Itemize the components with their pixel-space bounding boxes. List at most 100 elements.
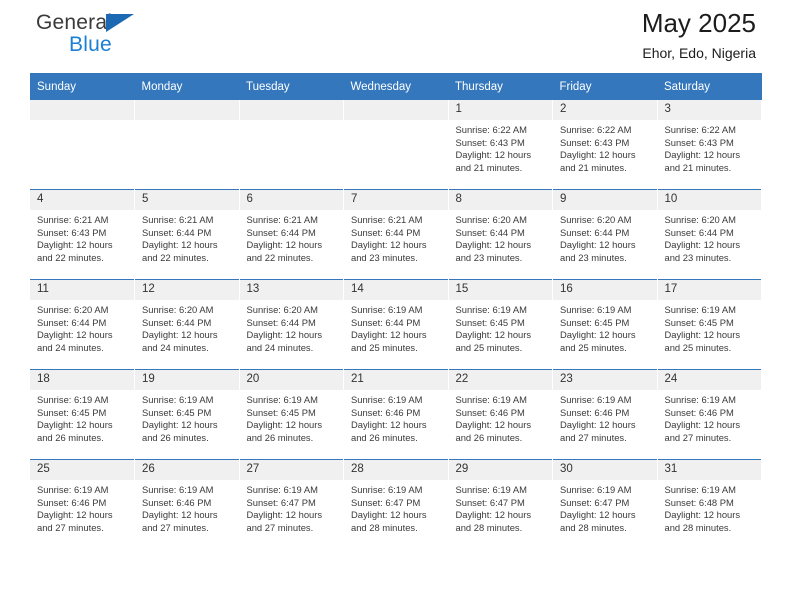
page-header: General Blue May 2025 Ehor, Edo, Nigeria — [30, 0, 762, 73]
day-details: Sunrise: 6:22 AM Sunset: 6:43 PM Dayligh… — [553, 120, 657, 174]
day-details: Sunrise: 6:20 AM Sunset: 6:44 PM Dayligh… — [553, 210, 657, 264]
day-cell[interactable]: 17 Sunrise: 6:19 AM Sunset: 6:45 PM Dayl… — [657, 279, 762, 370]
day-details: Sunrise: 6:19 AM Sunset: 6:47 PM Dayligh… — [344, 480, 448, 534]
daylight-text-line1: Daylight: 12 hours — [664, 329, 741, 341]
day-cell[interactable]: 20 Sunrise: 6:19 AM Sunset: 6:45 PM Dayl… — [239, 369, 344, 460]
day-cell[interactable]: 27 Sunrise: 6:19 AM Sunset: 6:47 PM Dayl… — [239, 459, 344, 549]
day-cell[interactable]: 22 Sunrise: 6:19 AM Sunset: 6:46 PM Dayl… — [448, 369, 553, 460]
daylight-text-line1: Daylight: 12 hours — [246, 509, 323, 521]
sunrise-text: Sunrise: 6:19 AM — [142, 394, 214, 405]
logo-triangle-icon — [106, 14, 134, 32]
day-details: Sunrise: 6:21 AM Sunset: 6:43 PM Dayligh… — [30, 210, 134, 264]
daylight-text-line2: and 28 minutes. — [664, 521, 732, 533]
day-number: 2 — [553, 100, 657, 120]
day-number — [135, 100, 239, 120]
weekday-header-row: Sunday Monday Tuesday Wednesday Thursday… — [30, 73, 762, 100]
weekday-header-sunday: Sunday — [30, 73, 135, 100]
day-cell[interactable]: 4 Sunrise: 6:21 AM Sunset: 6:43 PM Dayli… — [30, 189, 135, 280]
day-cell-empty — [134, 100, 240, 190]
day-number: 15 — [448, 280, 552, 300]
daylight-text-line2: and 23 minutes. — [664, 251, 732, 263]
day-number: 6 — [239, 190, 343, 210]
daylight-text-line2: and 22 minutes. — [246, 251, 314, 263]
sunrise-text: Sunrise: 6:19 AM — [246, 394, 318, 405]
day-number: 23 — [553, 370, 657, 390]
day-number: 5 — [135, 190, 239, 210]
daylight-text-line2: and 22 minutes. — [142, 251, 209, 263]
sunset-text: Sunset: 6:44 PM — [37, 316, 107, 328]
day-details: Sunrise: 6:19 AM Sunset: 6:46 PM Dayligh… — [344, 390, 448, 444]
sunrise-text: Sunrise: 6:19 AM — [246, 484, 318, 495]
daylight-text-line1: Daylight: 12 hours — [37, 509, 113, 521]
day-cell[interactable]: 18 Sunrise: 6:19 AM Sunset: 6:45 PM Dayl… — [30, 369, 135, 460]
sunrise-text: Sunrise: 6:19 AM — [37, 484, 109, 495]
daylight-text-line1: Daylight: 12 hours — [37, 329, 113, 341]
day-cell-empty — [343, 100, 449, 190]
daylight-text-line1: Daylight: 12 hours — [37, 239, 113, 251]
day-details: Sunrise: 6:20 AM Sunset: 6:44 PM Dayligh… — [449, 210, 553, 264]
day-number: 13 — [239, 280, 343, 300]
sunset-text: Sunset: 6:46 PM — [455, 406, 525, 418]
general-blue-logo[interactable]: General Blue — [36, 12, 134, 55]
day-details: Sunrise: 6:20 AM Sunset: 6:44 PM Dayligh… — [240, 300, 344, 354]
sunset-text: Sunset: 6:43 PM — [560, 136, 630, 148]
day-cell[interactable]: 9 Sunrise: 6:20 AM Sunset: 6:44 PM Dayli… — [552, 189, 658, 280]
day-cell[interactable]: 3 Sunrise: 6:22 AM Sunset: 6:43 PM Dayli… — [657, 100, 762, 190]
daylight-text-line2: and 22 minutes. — [37, 251, 104, 263]
daylight-text-line2: and 26 minutes. — [37, 431, 104, 443]
day-cell[interactable]: 21 Sunrise: 6:19 AM Sunset: 6:46 PM Dayl… — [343, 369, 449, 460]
day-cell[interactable]: 19 Sunrise: 6:19 AM Sunset: 6:45 PM Dayl… — [134, 369, 240, 460]
day-details: Sunrise: 6:19 AM Sunset: 6:44 PM Dayligh… — [344, 300, 448, 354]
day-cell[interactable]: 11 Sunrise: 6:20 AM Sunset: 6:44 PM Dayl… — [30, 279, 135, 370]
daylight-text-line1: Daylight: 12 hours — [142, 419, 218, 431]
day-cell[interactable]: 13 Sunrise: 6:20 AM Sunset: 6:44 PM Dayl… — [239, 279, 344, 370]
day-cell[interactable]: 15 Sunrise: 6:19 AM Sunset: 6:45 PM Dayl… — [448, 279, 553, 370]
day-number: 7 — [344, 190, 448, 210]
daylight-text-line1: Daylight: 12 hours — [560, 419, 636, 431]
day-cell[interactable]: 12 Sunrise: 6:20 AM Sunset: 6:44 PM Dayl… — [134, 279, 240, 370]
sunset-text: Sunset: 6:43 PM — [455, 136, 525, 148]
daylight-text-line1: Daylight: 12 hours — [560, 509, 636, 521]
day-cell[interactable]: 16 Sunrise: 6:19 AM Sunset: 6:45 PM Dayl… — [552, 279, 658, 370]
day-number: 21 — [344, 370, 448, 390]
daylight-text-line2: and 28 minutes. — [455, 521, 523, 533]
sunrise-text: Sunrise: 6:21 AM — [142, 214, 214, 225]
day-cell[interactable]: 6 Sunrise: 6:21 AM Sunset: 6:44 PM Dayli… — [239, 189, 344, 280]
week-row: 18 Sunrise: 6:19 AM Sunset: 6:45 PM Dayl… — [30, 369, 762, 460]
daylight-text-line1: Daylight: 12 hours — [37, 419, 113, 431]
day-cell[interactable]: 10 Sunrise: 6:20 AM Sunset: 6:44 PM Dayl… — [657, 189, 762, 280]
daylight-text-line2: and 23 minutes. — [560, 251, 627, 263]
day-details: Sunrise: 6:19 AM Sunset: 6:46 PM Dayligh… — [449, 390, 553, 444]
day-cell[interactable]: 24 Sunrise: 6:19 AM Sunset: 6:46 PM Dayl… — [657, 369, 762, 460]
day-cell-empty — [30, 100, 135, 190]
day-cell[interactable]: 26 Sunrise: 6:19 AM Sunset: 6:46 PM Dayl… — [134, 459, 240, 549]
day-cell[interactable]: 30 Sunrise: 6:19 AM Sunset: 6:47 PM Dayl… — [552, 459, 658, 549]
daylight-text-line1: Daylight: 12 hours — [455, 509, 532, 521]
daylight-text-line2: and 28 minutes. — [560, 521, 627, 533]
sunset-text: Sunset: 6:45 PM — [142, 406, 212, 418]
day-cell[interactable]: 7 Sunrise: 6:21 AM Sunset: 6:44 PM Dayli… — [343, 189, 449, 280]
day-cell[interactable]: 8 Sunrise: 6:20 AM Sunset: 6:44 PM Dayli… — [448, 189, 553, 280]
sunrise-text: Sunrise: 6:20 AM — [142, 304, 214, 315]
day-cell[interactable]: 14 Sunrise: 6:19 AM Sunset: 6:44 PM Dayl… — [343, 279, 449, 370]
day-cell[interactable]: 25 Sunrise: 6:19 AM Sunset: 6:46 PM Dayl… — [30, 459, 135, 549]
sunset-text: Sunset: 6:47 PM — [560, 496, 630, 508]
day-details: Sunrise: 6:19 AM Sunset: 6:45 PM Dayligh… — [30, 390, 134, 444]
daylight-text-line1: Daylight: 12 hours — [142, 239, 218, 251]
day-cell[interactable]: 2 Sunrise: 6:22 AM Sunset: 6:43 PM Dayli… — [552, 100, 658, 190]
sunrise-text: Sunrise: 6:22 AM — [455, 124, 527, 135]
day-cell[interactable]: 28 Sunrise: 6:19 AM Sunset: 6:47 PM Dayl… — [343, 459, 449, 549]
daylight-text-line2: and 24 minutes. — [142, 341, 209, 353]
sunrise-text: Sunrise: 6:19 AM — [37, 394, 109, 405]
day-cell[interactable]: 31 Sunrise: 6:19 AM Sunset: 6:48 PM Dayl… — [657, 459, 762, 549]
sunset-text: Sunset: 6:44 PM — [455, 226, 525, 238]
day-cell[interactable]: 29 Sunrise: 6:19 AM Sunset: 6:47 PM Dayl… — [448, 459, 553, 549]
daylight-text-line1: Daylight: 12 hours — [246, 419, 323, 431]
day-number: 14 — [344, 280, 448, 300]
day-cell[interactable]: 1 Sunrise: 6:22 AM Sunset: 6:43 PM Dayli… — [448, 100, 553, 190]
day-cell[interactable]: 5 Sunrise: 6:21 AM Sunset: 6:44 PM Dayli… — [134, 189, 240, 280]
calendar-head: Sunday Monday Tuesday Wednesday Thursday… — [30, 73, 762, 100]
day-number: 1 — [448, 100, 552, 120]
sunset-text: Sunset: 6:44 PM — [664, 226, 734, 238]
day-cell[interactable]: 23 Sunrise: 6:19 AM Sunset: 6:46 PM Dayl… — [552, 369, 658, 460]
